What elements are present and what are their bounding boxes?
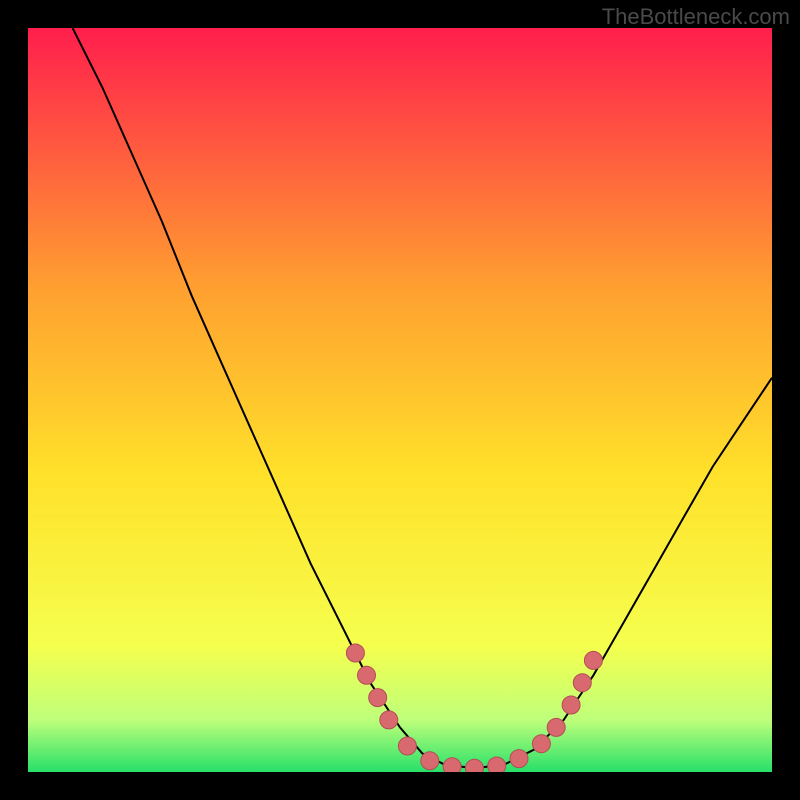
data-marker bbox=[584, 651, 602, 669]
data-marker bbox=[346, 644, 364, 662]
data-marker bbox=[488, 757, 506, 772]
data-marker bbox=[562, 696, 580, 714]
watermark-text: TheBottleneck.com bbox=[602, 4, 790, 30]
chart-plot-area bbox=[28, 28, 772, 772]
chart-svg bbox=[28, 28, 772, 772]
data-marker bbox=[532, 735, 550, 753]
data-marker bbox=[358, 666, 376, 684]
data-marker bbox=[573, 674, 591, 692]
data-marker bbox=[465, 759, 483, 772]
data-marker bbox=[547, 718, 565, 736]
data-marker bbox=[443, 758, 461, 772]
data-marker bbox=[398, 737, 416, 755]
data-marker bbox=[380, 711, 398, 729]
data-marker bbox=[421, 752, 439, 770]
chart-background-gradient bbox=[28, 28, 772, 772]
data-marker bbox=[369, 689, 387, 707]
data-marker bbox=[510, 750, 528, 768]
